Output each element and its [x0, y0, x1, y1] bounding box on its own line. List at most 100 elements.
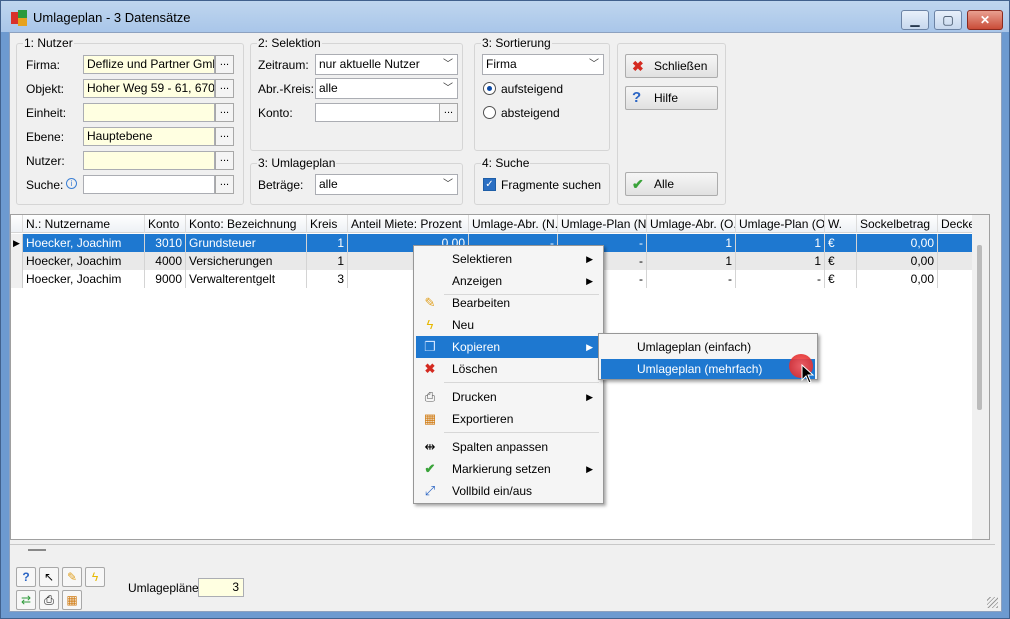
ebene-field[interactable]: Hauptebene [83, 127, 215, 146]
new-tool-button[interactable]: ϟ [85, 567, 105, 587]
nutzer-browse-button[interactable]: ... [215, 151, 234, 170]
info-icon[interactable]: i [66, 178, 77, 189]
cell-bezeichnung[interactable]: Grundsteuer [186, 234, 307, 252]
col-umlage-plan-n[interactable]: Umlage-Plan (N.) [558, 215, 647, 233]
menu-item-bearbeiten[interactable]: ✎ Bearbeiten [416, 292, 601, 314]
col-nutzername[interactable]: N.: Nutzername [23, 215, 145, 233]
title-bar: Umlageplan - 3 Datensätze ▁ ▢ ✕ [1, 1, 1009, 32]
menu-item-anzeigen[interactable]: Anzeigen ▶ [416, 270, 601, 292]
einheit-field[interactable] [83, 103, 215, 122]
checkmark-icon: ✔ [424, 461, 436, 476]
cell-umlage-plan-o[interactable]: 1 [736, 234, 825, 252]
cell-sockelbetrag[interactable]: 0,00 [857, 270, 938, 288]
suche-browse-button[interactable]: ... [215, 175, 234, 194]
cell-umlage-plan-o[interactable]: - [736, 270, 825, 288]
menu-item-neu[interactable]: ϟ Neu [416, 314, 601, 336]
menu-item-spalten-anpassen[interactable]: ⇹ Spalten anpassen [416, 436, 601, 458]
menu-item-selektieren[interactable]: Selektieren ▶ [416, 248, 601, 270]
aufsteigend-label: aufsteigend [501, 82, 564, 96]
cell-konto[interactable]: 4000 [145, 252, 186, 270]
col-kreis[interactable]: Kreis [307, 215, 348, 233]
minimize-button[interactable]: ▁ [901, 10, 929, 30]
cell-kreis[interactable]: 3 [307, 270, 348, 288]
maximize-button[interactable]: ▢ [934, 10, 962, 30]
menu-item-markierung-setzen[interactable]: ✔ Markierung setzen ▶ [416, 458, 601, 480]
hilfe-button[interactable]: ? Hilfe [625, 86, 718, 110]
menu-item-vollbild[interactable]: ⤢ Vollbild ein/aus [416, 480, 601, 502]
sortierung-select[interactable]: Firma ﹀ [482, 54, 604, 75]
nutzer-field[interactable] [83, 151, 215, 170]
refresh-icon: ⇄ [20, 593, 32, 607]
cell-konto[interactable]: 3010 [145, 234, 186, 252]
menu-label: Spalten anpassen [452, 440, 549, 454]
context-menu: Selektieren ▶ Anzeigen ▶ ✎ Bearbeiten ϟ Neu … [413, 245, 604, 504]
konto-field[interactable] [315, 103, 440, 122]
cell-nutzername[interactable]: Hoecker, Joachim [23, 270, 145, 288]
scrollbar-thumb[interactable] [977, 245, 982, 410]
col-umlage-abr-n[interactable]: Umlage-Abr. (N.) [469, 215, 558, 233]
col-konto-bezeichnung[interactable]: Konto: Bezeichnung [186, 215, 307, 233]
firma-label: Firma: [26, 58, 60, 72]
betraege-select[interactable]: alle ﹀ [315, 174, 458, 195]
cell-waehrung[interactable]: € [825, 270, 857, 288]
konto-browse-button[interactable]: ... [439, 103, 458, 122]
grid-header: N.: Nutzername Konto Konto: Bezeichnung … [11, 215, 989, 233]
absteigend-radio[interactable] [483, 106, 496, 119]
aufsteigend-radio[interactable] [483, 82, 496, 95]
menu-item-loeschen[interactable]: ✖ Löschen [416, 358, 601, 380]
cell-konto[interactable]: 9000 [145, 270, 186, 288]
select-tool-button[interactable]: ↖ [39, 567, 59, 587]
chevron-down-icon: ﹀ [589, 59, 599, 70]
chevron-right-icon: ▶ [586, 276, 593, 286]
selektion-group: 2: Selektion Zeitraum: nur aktuelle Nutz… [250, 36, 463, 151]
ebene-browse-button[interactable]: ... [215, 127, 234, 146]
cell-waehrung[interactable]: € [825, 234, 857, 252]
cell-bezeichnung[interactable]: Versicherungen [186, 252, 307, 270]
objekt-field[interactable]: Hoher Weg 59 - 61, 67059 [83, 79, 215, 98]
firma-browse-button[interactable]: ... [215, 55, 234, 74]
cell-umlage-plan-o[interactable]: 1 [736, 252, 825, 270]
alle-button[interactable]: ✔ Alle [625, 172, 718, 196]
col-anteil-miete[interactable]: Anteil Miete: Prozent [348, 215, 469, 233]
cell-nutzername[interactable]: Hoecker, Joachim [23, 234, 145, 252]
cell-bezeichnung[interactable]: Verwalterentgelt [186, 270, 307, 288]
firma-field[interactable]: Deflize und Partner GmbH [83, 55, 215, 74]
edit-tool-button[interactable]: ✎ [62, 567, 82, 587]
zeitraum-select[interactable]: nur aktuelle Nutzer ﹀ [315, 54, 458, 75]
refresh-tool-button[interactable]: ⇄ [16, 590, 36, 610]
col-umlage-plan-o[interactable]: Umlage-Plan (O.) [736, 215, 825, 233]
cell-kreis[interactable]: 1 [307, 252, 348, 270]
cell-kreis[interactable]: 1 [307, 234, 348, 252]
objekt-browse-button[interactable]: ... [215, 79, 234, 98]
submenu-item-mehrfach[interactable]: Umlageplan (mehrfach) [601, 359, 815, 379]
cell-sockelbetrag[interactable]: 0,00 [857, 252, 938, 270]
resize-grip[interactable] [987, 597, 998, 608]
abr-kreis-select[interactable]: alle ﹀ [315, 78, 458, 99]
menu-item-drucken[interactable]: ⎙ Drucken ▶ [416, 386, 601, 408]
submenu-item-einfach[interactable]: Umlageplan (einfach) [601, 337, 815, 357]
col-waehrung[interactable]: W. [825, 215, 857, 233]
print-tool-button[interactable]: ⎙ [39, 590, 59, 610]
close-window-button[interactable]: ✕ [967, 10, 1003, 30]
cell-sockelbetrag[interactable]: 0,00 [857, 234, 938, 252]
cell-waehrung[interactable]: € [825, 252, 857, 270]
schliessen-button[interactable]: ✖ Schließen [625, 54, 718, 78]
col-sockelbetrag[interactable]: Sockelbetrag [857, 215, 938, 233]
cell-umlage-abr-o[interactable]: 1 [647, 252, 736, 270]
einheit-browse-button[interactable]: ... [215, 103, 234, 122]
menu-item-kopieren[interactable]: ❐ Kopieren ▶ [416, 336, 601, 358]
selektion-group-label: 2: Selektion [257, 36, 322, 50]
cell-umlage-abr-o[interactable]: 1 [647, 234, 736, 252]
cell-nutzername[interactable]: Hoecker, Joachim [23, 252, 145, 270]
col-umlage-abr-o[interactable]: Umlage-Abr. (O.) [647, 215, 736, 233]
grid-scrollbar[interactable] [972, 215, 989, 539]
cell-umlage-abr-o[interactable]: - [647, 270, 736, 288]
splitter-handle[interactable] [28, 549, 46, 551]
help-tool-button[interactable]: ? [16, 567, 36, 587]
fragmente-checkbox[interactable]: ✓ [483, 178, 496, 191]
col-konto[interactable]: Konto [145, 215, 186, 233]
export-tool-button[interactable]: ▦ [62, 590, 82, 610]
suche-field[interactable] [83, 175, 215, 194]
close-icon: ✕ [979, 13, 991, 27]
menu-item-exportieren[interactable]: ▦ Exportieren [416, 408, 601, 430]
